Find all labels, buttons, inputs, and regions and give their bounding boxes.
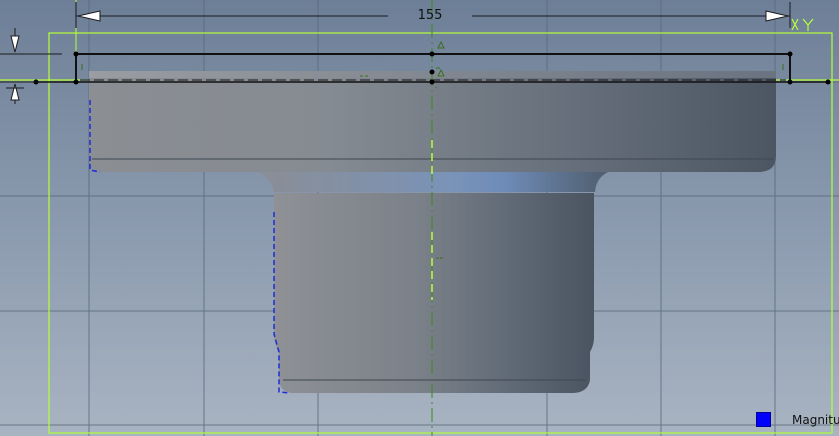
model-canvas[interactable]	[0, 0, 839, 436]
body-surface	[274, 193, 594, 393]
down-arrow-icon	[10, 35, 20, 53]
xy-plane-icon	[791, 18, 814, 31]
dimension-line-vertical[interactable]	[0, 28, 62, 104]
dimension-value-label[interactable]: 155	[404, 7, 456, 25]
fillet-surface	[258, 172, 608, 192]
legend-swatch	[756, 412, 771, 427]
arrowhead-icon-right	[765, 10, 789, 22]
fix-constraint-icon	[437, 40, 445, 49]
legend-label: Magnitu	[792, 413, 839, 427]
up-arrow-icon	[10, 83, 20, 101]
cad-3d-viewport[interactable]: 155 Magnitu	[0, 0, 839, 436]
